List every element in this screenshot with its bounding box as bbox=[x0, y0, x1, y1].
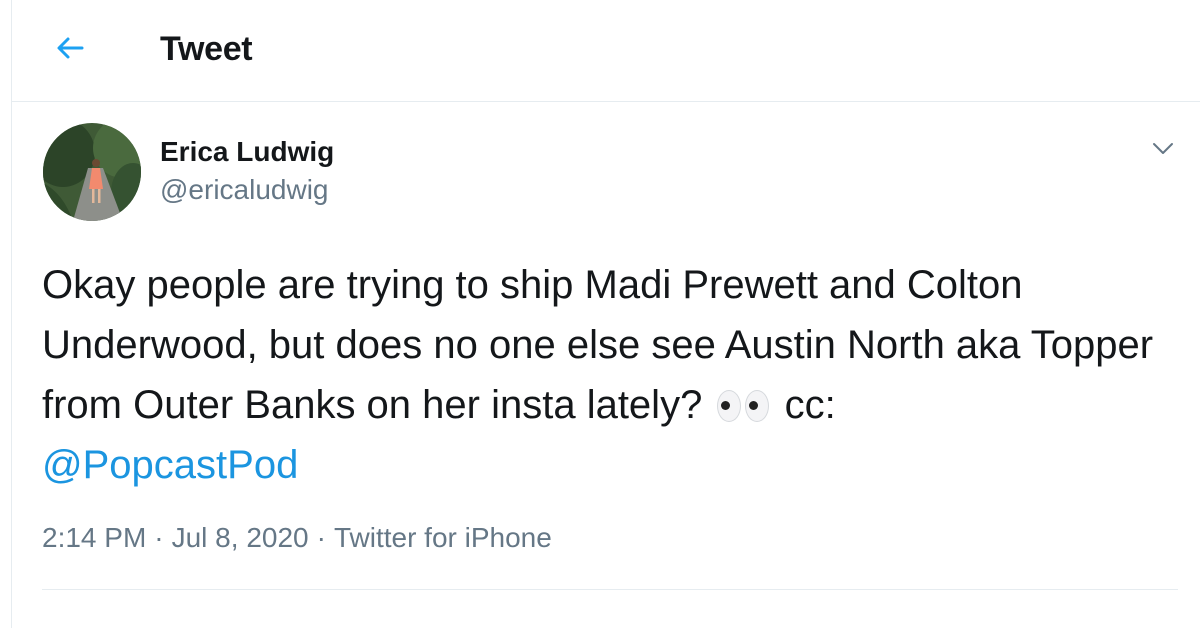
page-header: Tweet bbox=[12, 0, 1200, 102]
avatar[interactable] bbox=[43, 123, 141, 221]
page-title: Tweet bbox=[160, 30, 253, 68]
tweet-time[interactable]: 2:14 PM bbox=[42, 522, 146, 553]
mention-link[interactable]: @PopcastPod bbox=[42, 443, 298, 487]
meta-separator: · bbox=[316, 522, 326, 553]
profile-photo bbox=[43, 123, 141, 221]
author-name[interactable]: Erica Ludwig bbox=[160, 136, 334, 168]
tweet-page: Tweet Erica Ludwig @ericaludwig Okay peo… bbox=[11, 0, 1200, 628]
tweet-date[interactable]: Jul 8, 2020 bbox=[172, 522, 309, 553]
eyes-emoji bbox=[717, 390, 770, 422]
back-button[interactable] bbox=[50, 28, 90, 68]
chevron-down-icon bbox=[1153, 143, 1173, 154]
meta-separator: · bbox=[154, 522, 164, 553]
arrow-left-icon bbox=[57, 37, 84, 59]
tweet-source[interactable]: Twitter for iPhone bbox=[334, 522, 552, 553]
tweet-menu-button[interactable] bbox=[1148, 134, 1178, 164]
tweet-meta: 2:14 PM · Jul 8, 2020 · Twitter for iPhone bbox=[42, 522, 552, 554]
divider bbox=[42, 589, 1178, 590]
author-handle[interactable]: @ericaludwig bbox=[160, 174, 329, 206]
tweet-text-cc: cc: bbox=[784, 383, 836, 427]
tweet-text-body: Okay people are trying to ship Madi Prew… bbox=[42, 263, 1154, 427]
tweet-text: Okay people are trying to ship Madi Prew… bbox=[42, 255, 1162, 495]
